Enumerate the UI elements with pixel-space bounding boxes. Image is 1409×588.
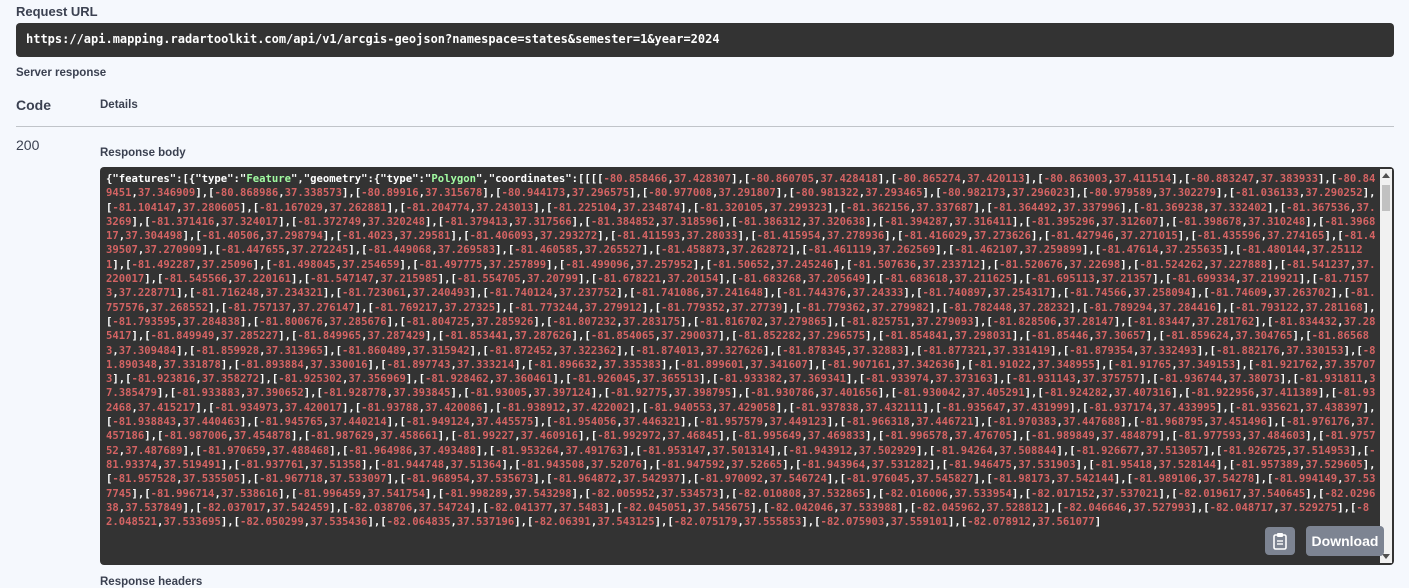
request-url-field[interactable]: https://api.mapping.radartoolkit.com/api…	[16, 23, 1394, 57]
response-body-scrollbar[interactable]	[1380, 169, 1392, 563]
copy-to-clipboard-button[interactable]	[1265, 527, 1295, 555]
clipboard-icon	[1273, 533, 1287, 550]
request-url-label: Request URL	[16, 4, 98, 19]
scroll-thumb[interactable]	[1382, 185, 1390, 211]
server-response-label: Server response	[16, 67, 107, 79]
scroll-up-arrow-icon[interactable]	[1382, 173, 1390, 178]
response-body-label: Response body	[100, 147, 186, 159]
table-divider	[16, 126, 1394, 127]
details-column-header: Details	[100, 99, 138, 111]
response-body-panel[interactable]: {"features":[{"type":"Feature","geometry…	[100, 167, 1394, 565]
response-body-text[interactable]: {"features":[{"type":"Feature","geometry…	[106, 172, 1376, 529]
download-button[interactable]: Download	[1306, 526, 1384, 556]
response-headers-label: Response headers	[100, 576, 203, 588]
code-column-header: Code	[16, 97, 51, 113]
response-code: 200	[16, 137, 40, 153]
scroll-down-arrow-icon[interactable]	[1382, 554, 1390, 559]
